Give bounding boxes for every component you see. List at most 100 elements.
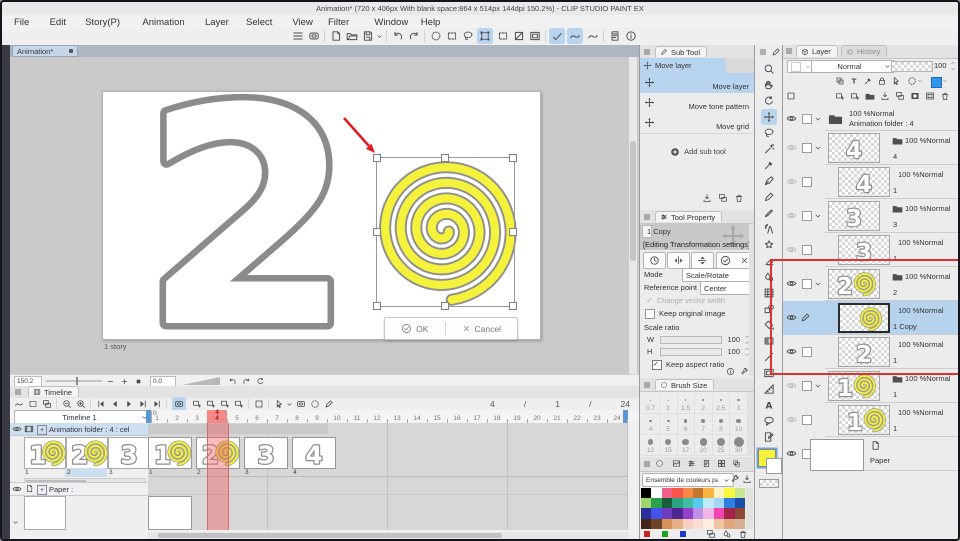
swatch[interactable] xyxy=(713,518,725,529)
cs-imgt-icon[interactable] xyxy=(672,459,681,468)
sub-tool-item[interactable]: Move grid xyxy=(640,113,755,134)
swatch[interactable] xyxy=(651,488,662,499)
tl-pointert-icon[interactable] xyxy=(274,399,284,409)
change-vector-checkbox[interactable]: ✓ Change vector width xyxy=(646,295,754,306)
toolbar-marq-icon[interactable] xyxy=(430,30,442,42)
swatch[interactable] xyxy=(641,518,652,529)
tl-zoomout-icon[interactable] xyxy=(62,399,72,409)
swatch[interactable] xyxy=(682,518,693,529)
layer-visibility-icon[interactable] xyxy=(786,380,797,391)
timeline-hscroll-thumb[interactable] xyxy=(158,533,502,538)
tp-slider[interactable] xyxy=(660,336,722,344)
layer-folder-icon[interactable] xyxy=(892,135,903,146)
layer-thumbnail[interactable]: 3 xyxy=(828,201,880,231)
tab-history[interactable]: History xyxy=(841,45,888,57)
toolbar-oniont-icon[interactable] xyxy=(308,30,320,42)
layer-row[interactable]: 100 %Normal Animation folder : 4 xyxy=(783,107,958,131)
swatch[interactable] xyxy=(661,488,673,499)
duplicate-sub-tool-icon[interactable] xyxy=(718,193,728,203)
layer-visibility-icon[interactable] xyxy=(786,448,797,459)
layer-thumbnail[interactable]: 4 xyxy=(828,133,880,163)
cs-menu-icon[interactable] xyxy=(643,460,651,468)
tool-airbr-icon[interactable] xyxy=(763,223,775,235)
transparent-color-swatch[interactable] xyxy=(759,479,779,488)
swatch[interactable] xyxy=(641,498,652,509)
tl-prevf-icon[interactable] xyxy=(110,399,120,409)
panel-tab[interactable]: Sub Tool xyxy=(655,46,708,57)
layer-checkbox[interactable] xyxy=(802,143,812,153)
cs-pagei-icon[interactable] xyxy=(702,459,711,468)
tl-celnew-icon[interactable] xyxy=(220,399,230,409)
tp-slider[interactable] xyxy=(660,348,722,356)
marker-swatch[interactable] xyxy=(680,531,686,537)
cancel-button[interactable]: Cancel xyxy=(446,318,517,339)
sub-tool-item[interactable]: Move tone pattern xyxy=(640,93,755,114)
tl-curve-icon[interactable] xyxy=(14,399,24,409)
layer-action-1-icon[interactable] xyxy=(850,91,860,101)
tl-marq-icon[interactable] xyxy=(310,399,320,409)
toolbar-chev-icon[interactable] xyxy=(376,33,383,40)
layer-action-0-icon[interactable] xyxy=(835,91,845,101)
blend-mode-dropdown[interactable]: Normal xyxy=(811,60,895,73)
cs-gridt-icon[interactable] xyxy=(717,459,726,468)
header-cel-thumb[interactable]: 1 xyxy=(24,437,66,469)
reference-dropdown[interactable]: Center xyxy=(700,281,755,295)
layer-checkbox[interactable] xyxy=(802,177,812,187)
layer-thumbnail[interactable] xyxy=(810,439,864,471)
cs-dropper-icon[interactable] xyxy=(722,529,732,539)
swatch[interactable] xyxy=(734,508,745,519)
tl-oniont-icon[interactable] xyxy=(296,399,306,409)
brush-size-cell[interactable]: 3 xyxy=(730,393,748,414)
paper-eye-icon[interactable] xyxy=(12,484,22,494)
cs-clipt-icon[interactable] xyxy=(732,459,741,468)
brush-size-cell[interactable]: 4 xyxy=(642,414,660,435)
timeline-cel-thumb[interactable]: 3 xyxy=(244,437,288,469)
brush-size-cell[interactable]: 10 xyxy=(730,414,748,435)
playhead-column[interactable] xyxy=(207,423,229,530)
layer-action-2-icon[interactable] xyxy=(865,91,875,101)
tool-balloon-icon[interactable] xyxy=(763,415,775,427)
brush-size-cell[interactable]: 30 xyxy=(730,435,748,456)
swatch[interactable] xyxy=(672,518,683,529)
layer-row[interactable]: 1 100 %Normal 1 xyxy=(783,403,958,437)
brush-size-cell[interactable]: 2 xyxy=(694,393,713,414)
brush-size-cell[interactable]: 12 xyxy=(642,435,660,456)
toolbar-rectsel-icon[interactable] xyxy=(446,30,458,42)
tool-dropper-icon[interactable] xyxy=(763,159,775,171)
toolbar-docnew-icon[interactable] xyxy=(330,30,342,42)
layer-visibility-icon[interactable] xyxy=(786,414,797,425)
swatch[interactable] xyxy=(682,498,693,509)
layer-color-chev-icon[interactable] xyxy=(942,78,948,84)
tl-skipend-icon[interactable] xyxy=(138,399,148,409)
layer-sel-chev-icon[interactable] xyxy=(917,78,923,84)
layer-row[interactable]: 3 100 %Normal 3 xyxy=(783,199,958,233)
swatch[interactable] xyxy=(682,508,693,519)
tool-zoom-icon[interactable] xyxy=(763,63,775,75)
transform-handle[interactable] xyxy=(373,302,381,310)
menu-item-window[interactable]: Window xyxy=(374,17,408,28)
layer-checkbox[interactable] xyxy=(802,381,812,391)
paper-icon[interactable] xyxy=(25,484,34,493)
menu-item-help[interactable]: Help xyxy=(421,17,441,28)
color-set-dropdown[interactable]: Ensemble de couleurs par défaut xyxy=(642,473,734,487)
tl-skipstart-icon[interactable] xyxy=(96,399,106,409)
toolbar-undo-icon[interactable] xyxy=(392,30,404,42)
toolbar-lasso-icon[interactable] xyxy=(462,30,474,42)
swatch[interactable] xyxy=(661,498,673,509)
header-cel-thumb[interactable]: 3 xyxy=(108,437,150,469)
brush-size-cell[interactable]: 0.7 xyxy=(642,393,660,414)
layer-alphat-icon[interactable]: T xyxy=(849,76,859,86)
toolbar-info-icon[interactable] xyxy=(625,30,637,42)
paper-expand-box[interactable]: + xyxy=(37,485,47,495)
swatch[interactable] xyxy=(724,508,735,519)
swatch[interactable] xyxy=(641,508,652,519)
toolbar-shade-icon[interactable] xyxy=(513,30,525,42)
timeline-hscrollbar[interactable] xyxy=(148,532,628,539)
menu-item-animation[interactable]: Animation xyxy=(142,17,184,28)
menu-item-view[interactable]: View xyxy=(292,17,312,28)
layer-palette-color[interactable] xyxy=(931,77,942,88)
track-eye-icon[interactable] xyxy=(12,424,22,434)
paper-header-thumb[interactable] xyxy=(24,496,66,530)
swatch[interactable] xyxy=(682,488,693,499)
track-expand-box[interactable]: + xyxy=(37,425,47,435)
